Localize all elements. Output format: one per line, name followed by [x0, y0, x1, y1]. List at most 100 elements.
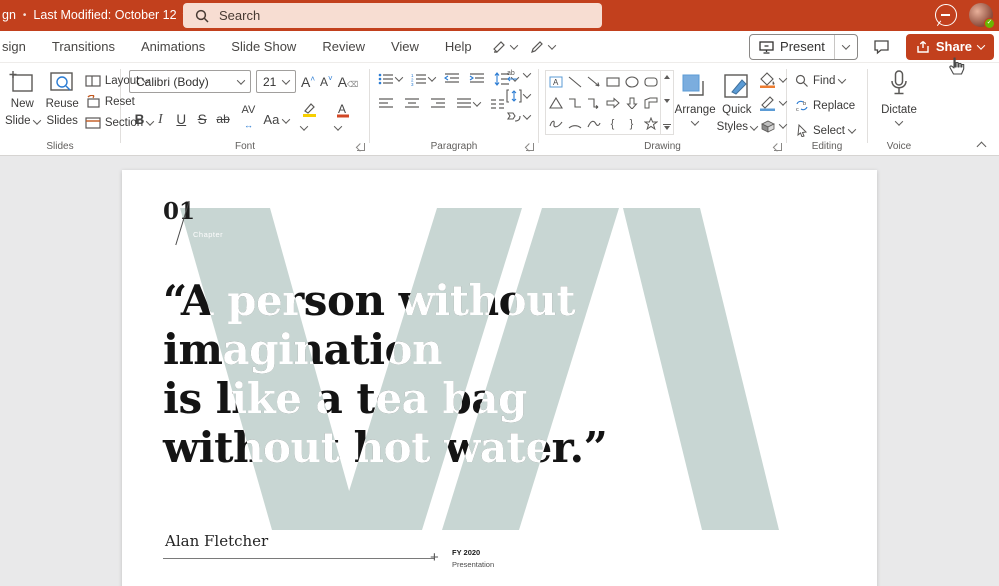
chevron-down-icon: [842, 41, 850, 49]
shape-down-arrow[interactable]: [625, 97, 639, 109]
select-label: Select: [813, 125, 845, 137]
draw-pen-button[interactable]: [529, 39, 555, 55]
font-name-select[interactable]: Calibri (Body): [129, 70, 251, 93]
font-size-select[interactable]: 21: [256, 70, 296, 93]
align-center-button[interactable]: [404, 97, 420, 111]
present-button[interactable]: Present: [750, 39, 834, 54]
shape-effects-icon: [759, 118, 777, 134]
chevron-down-icon: [523, 111, 531, 119]
font-dialog-launcher[interactable]: [357, 143, 365, 151]
shapes-scroll-down[interactable]: [664, 99, 670, 103]
document-title[interactable]: gn • Last Modified: October 12: [2, 8, 190, 22]
feedback-chat-icon[interactable]: [935, 4, 957, 26]
slide-canvas: 01 Chapter “A person without imagination…: [0, 156, 999, 586]
align-left-button[interactable]: [378, 97, 394, 111]
tab-review[interactable]: Review: [309, 39, 378, 54]
share-icon: [916, 40, 930, 54]
shape-scribble[interactable]: [549, 118, 563, 130]
shrink-font-button[interactable]: A˅: [320, 74, 333, 89]
author-name[interactable]: Alan Fletcher: [165, 532, 268, 550]
font-color-button[interactable]: A: [335, 102, 369, 136]
tab-transitions[interactable]: Transitions: [39, 39, 128, 54]
tab-design[interactable]: sign: [0, 39, 39, 54]
underline-button[interactable]: U: [171, 112, 192, 127]
shape-arrow[interactable]: [587, 76, 601, 88]
find-button[interactable]: Find: [795, 71, 867, 90]
character-spacing-button[interactable]: AV ↔: [234, 106, 264, 133]
shape-fill-button[interactable]: [759, 72, 786, 88]
replace-button[interactable]: b c Replace: [795, 96, 867, 115]
change-case-button[interactable]: Aa: [263, 112, 295, 127]
columns-button[interactable]: [490, 97, 506, 111]
shape-effects-button[interactable]: [759, 118, 786, 134]
search-input[interactable]: Search: [183, 3, 602, 28]
strikethrough-button[interactable]: S: [192, 112, 213, 127]
paragraph-dialog-launcher[interactable]: [526, 143, 534, 151]
highlight-color-button[interactable]: [301, 102, 335, 136]
bullet-list-icon: [378, 72, 394, 86]
italic-button[interactable]: I: [150, 111, 171, 127]
chevron-down-icon: [509, 41, 517, 49]
collapse-ribbon-button[interactable]: [977, 142, 987, 152]
convert-to-smartart-button[interactable]: [506, 110, 530, 124]
shape-rectangle[interactable]: [606, 76, 620, 88]
drawing-group-label: Drawing: [539, 141, 786, 152]
tab-animations[interactable]: Animations: [128, 39, 218, 54]
app-title-bar: gn • Last Modified: October 12 Search ✓: [0, 0, 999, 31]
tab-help[interactable]: Help: [432, 39, 485, 54]
shape-line[interactable]: [568, 76, 582, 88]
numbering-button[interactable]: 1 2 3: [411, 72, 435, 86]
avatar[interactable]: ✓: [969, 3, 993, 27]
shape-star[interactable]: [644, 117, 658, 130]
bullets-button[interactable]: [378, 72, 402, 86]
shape-corner[interactable]: [644, 97, 658, 109]
inking-tools-button[interactable]: [491, 39, 517, 55]
strikethrough-ab-button[interactable]: ab: [213, 112, 234, 126]
font-group-label: Font: [121, 141, 369, 152]
align-right-button[interactable]: [430, 97, 446, 111]
slide[interactable]: 01 Chapter “A person without imagination…: [122, 170, 877, 586]
bold-button[interactable]: B: [129, 112, 150, 127]
shape-elbow[interactable]: [568, 97, 582, 109]
align-right-icon: [430, 97, 446, 111]
shape-arc[interactable]: [568, 118, 582, 130]
text-direction-icon: ab: [506, 68, 522, 82]
align-text-vertical-button[interactable]: [506, 89, 530, 103]
shape-triangle[interactable]: [549, 97, 563, 109]
grow-font-button[interactable]: A˄: [301, 74, 315, 90]
footer-subtitle[interactable]: Presentation: [452, 560, 494, 569]
shape-right-arrow[interactable]: [606, 97, 620, 109]
shapes-scroll-up[interactable]: [664, 75, 670, 79]
select-button[interactable]: Select: [795, 121, 867, 140]
shapes-more-button[interactable]: [663, 124, 671, 130]
clear-formatting-glyph: A: [338, 74, 347, 90]
reuse-slides-label-1: Reuse: [46, 97, 79, 111]
tab-slide-show[interactable]: Slide Show: [218, 39, 309, 54]
font-color-icon: A: [335, 102, 353, 118]
drawing-dialog-launcher[interactable]: [774, 143, 782, 151]
shape-textbox[interactable]: A: [549, 76, 563, 88]
shape-oval[interactable]: [625, 76, 639, 88]
clear-formatting-button[interactable]: A⌫: [338, 74, 359, 90]
footer-title[interactable]: FY 2020: [452, 548, 480, 557]
present-dropdown[interactable]: [834, 35, 857, 59]
dictate-button[interactable]: Dictate: [868, 70, 930, 126]
vertical-align-icon: [506, 89, 522, 103]
comments-button[interactable]: [867, 34, 897, 60]
shape-rounded-rectangle[interactable]: [644, 76, 658, 88]
chevron-down-icon: [779, 120, 787, 128]
chevron-down-icon: [691, 118, 699, 126]
decrease-indent-button[interactable]: [444, 72, 460, 86]
tab-view[interactable]: View: [378, 39, 432, 54]
text-direction-button[interactable]: ab: [506, 68, 530, 82]
presence-badge: ✓: [984, 18, 995, 29]
shape-left-brace[interactable]: {: [611, 118, 615, 130]
justify-button[interactable]: [456, 97, 480, 111]
plus-mark: +: [430, 549, 439, 566]
highlighter-icon: [491, 39, 507, 55]
shape-outline-button[interactable]: [759, 95, 786, 111]
shape-elbow-arrow[interactable]: [587, 97, 601, 109]
shape-right-brace[interactable]: }: [630, 118, 634, 130]
increase-indent-button[interactable]: [469, 72, 485, 86]
shape-curve[interactable]: [587, 118, 601, 130]
